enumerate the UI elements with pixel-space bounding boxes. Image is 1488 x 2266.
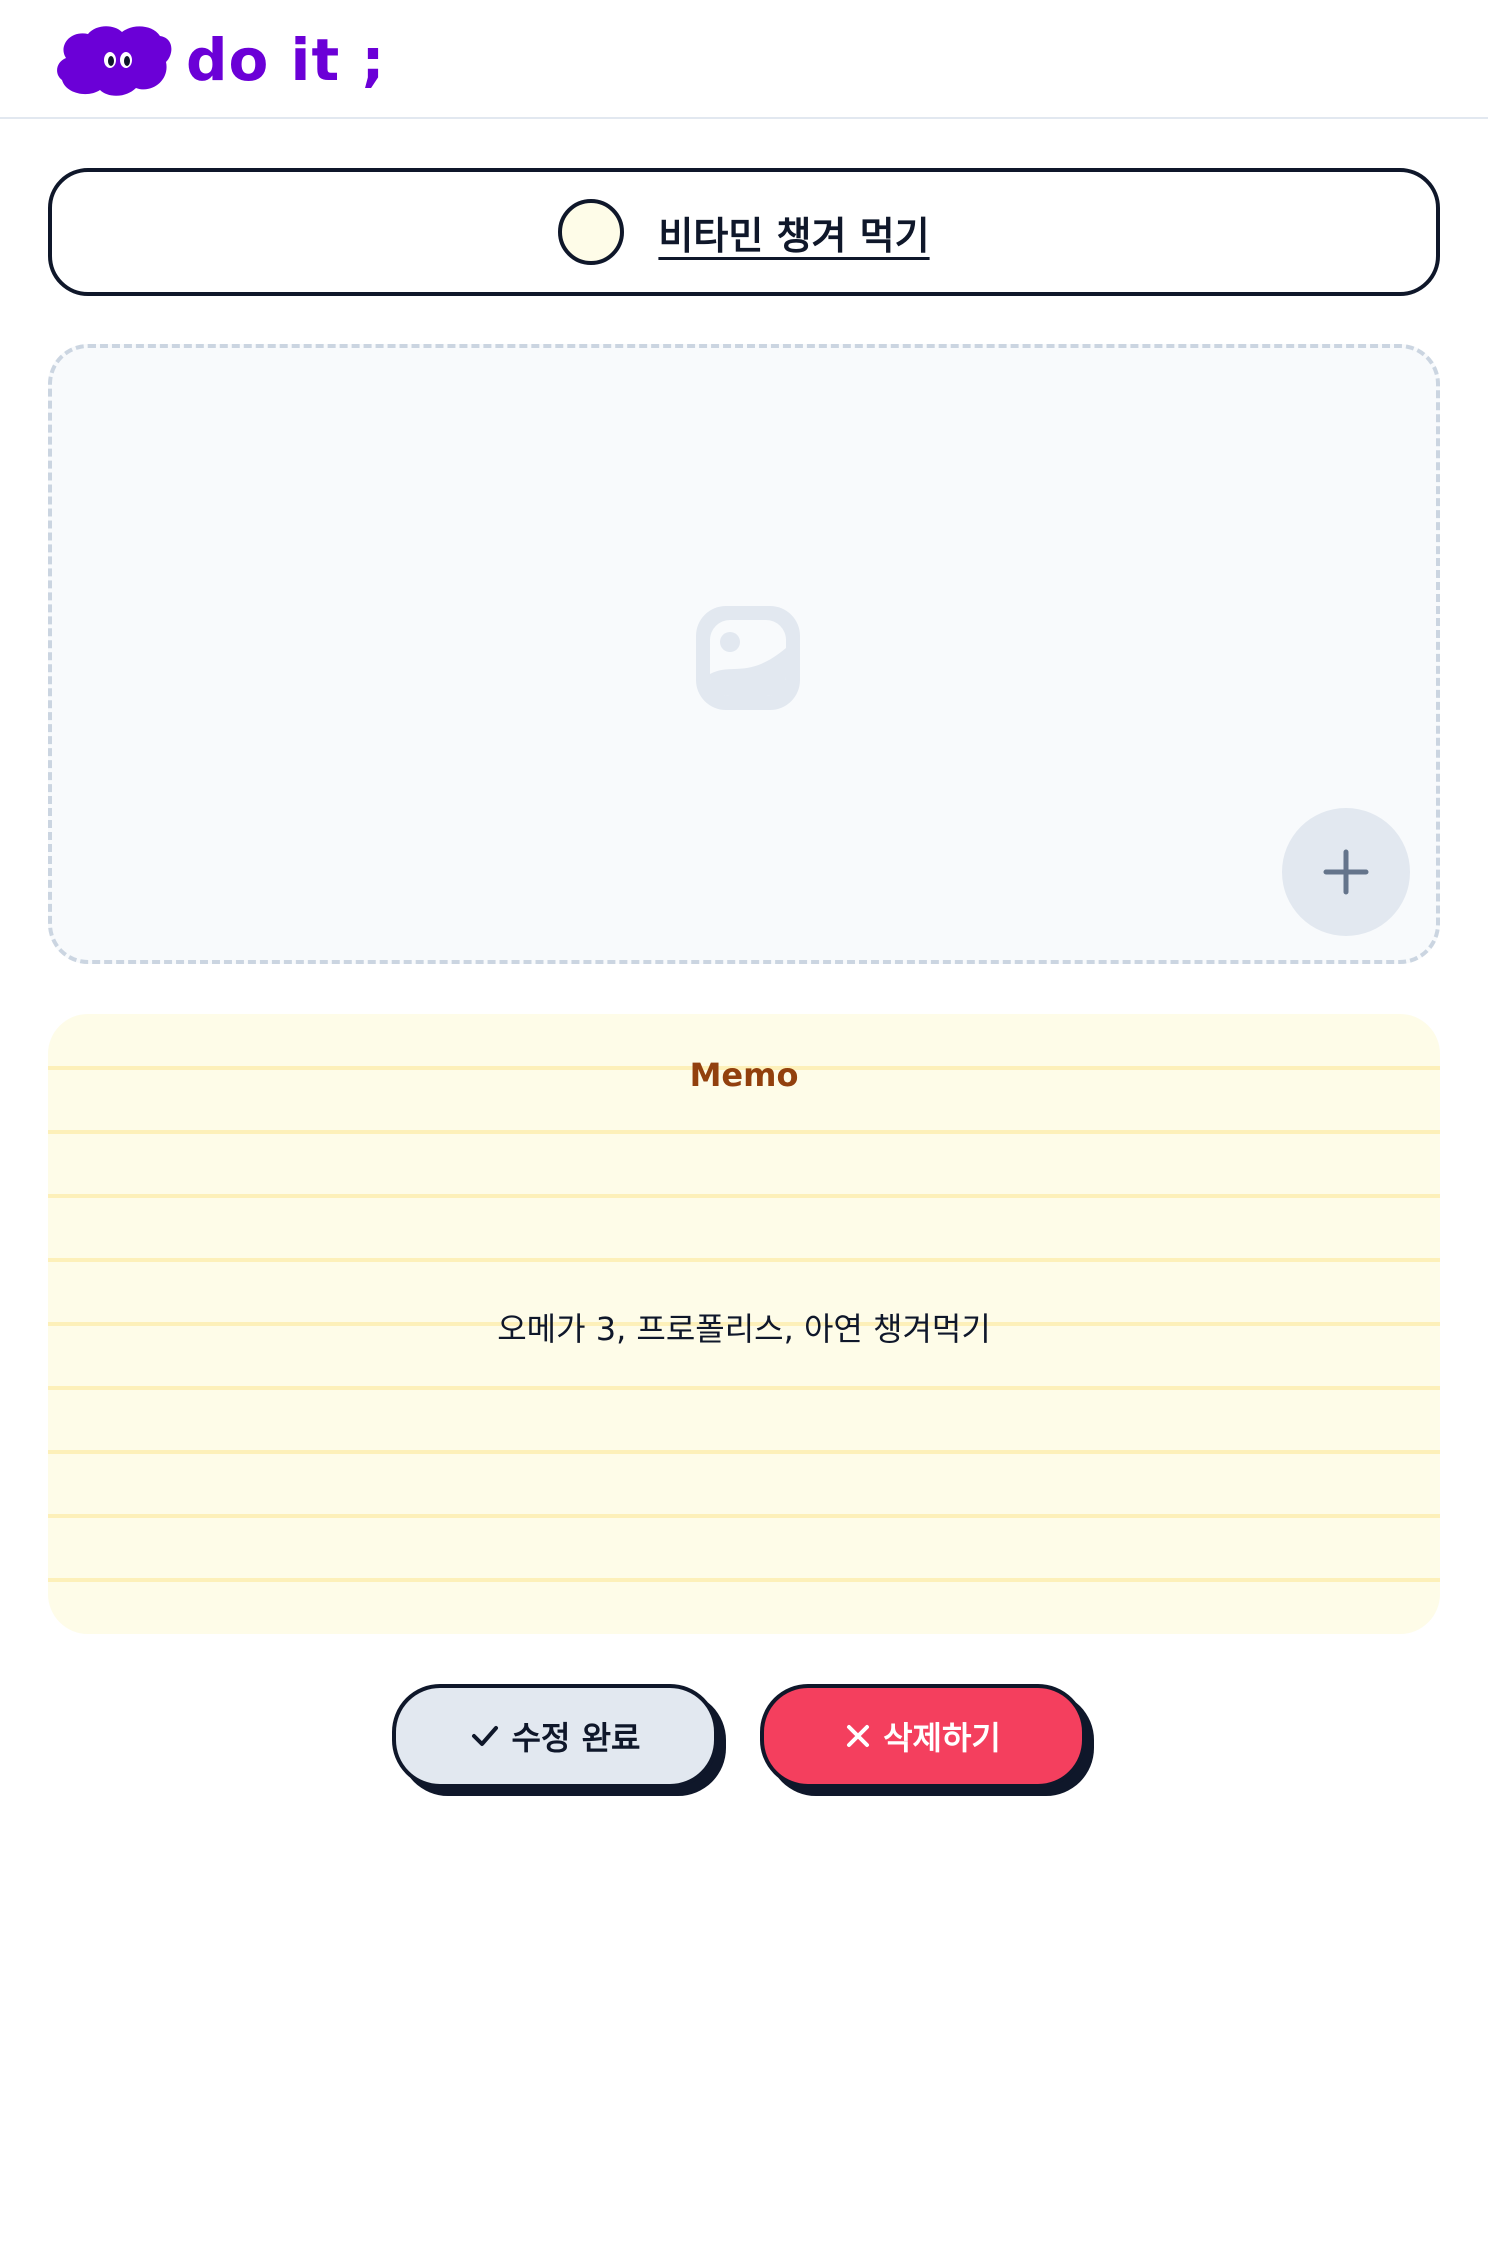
complete-checkbox[interactable] (558, 199, 625, 265)
memo-title: Memo (689, 1056, 799, 1094)
image-upload-area[interactable] (48, 344, 1440, 964)
memo-area[interactable]: Memo 오메가 3, 프로폴리스, 아연 챙겨먹기 (48, 1014, 1440, 1634)
add-image-button[interactable] (1282, 808, 1410, 936)
save-button-label: 수정 완료 (511, 1719, 641, 1757)
app-header: do it ; (0, 0, 1488, 119)
image-icon (696, 606, 800, 710)
logo[interactable]: do it ; (52, 24, 386, 96)
check-icon (470, 1721, 500, 1751)
todo-title-bar: 비타민 챙겨 먹기 (48, 168, 1440, 296)
todo-title[interactable]: 비타민 챙겨 먹기 (658, 205, 929, 260)
logo-mascot-icon (57, 26, 172, 96)
close-icon (845, 1723, 871, 1749)
delete-button-label: 삭제하기 (883, 1719, 1001, 1757)
logo-text: do it ; (186, 26, 386, 94)
plus-icon (1323, 849, 1369, 895)
memo-text[interactable]: 오메가 3, 프로폴리스, 아연 챙겨먹기 (48, 1304, 1440, 1350)
save-button[interactable]: 수정 완료 (392, 1684, 718, 1788)
delete-button[interactable]: 삭제하기 (760, 1684, 1086, 1788)
